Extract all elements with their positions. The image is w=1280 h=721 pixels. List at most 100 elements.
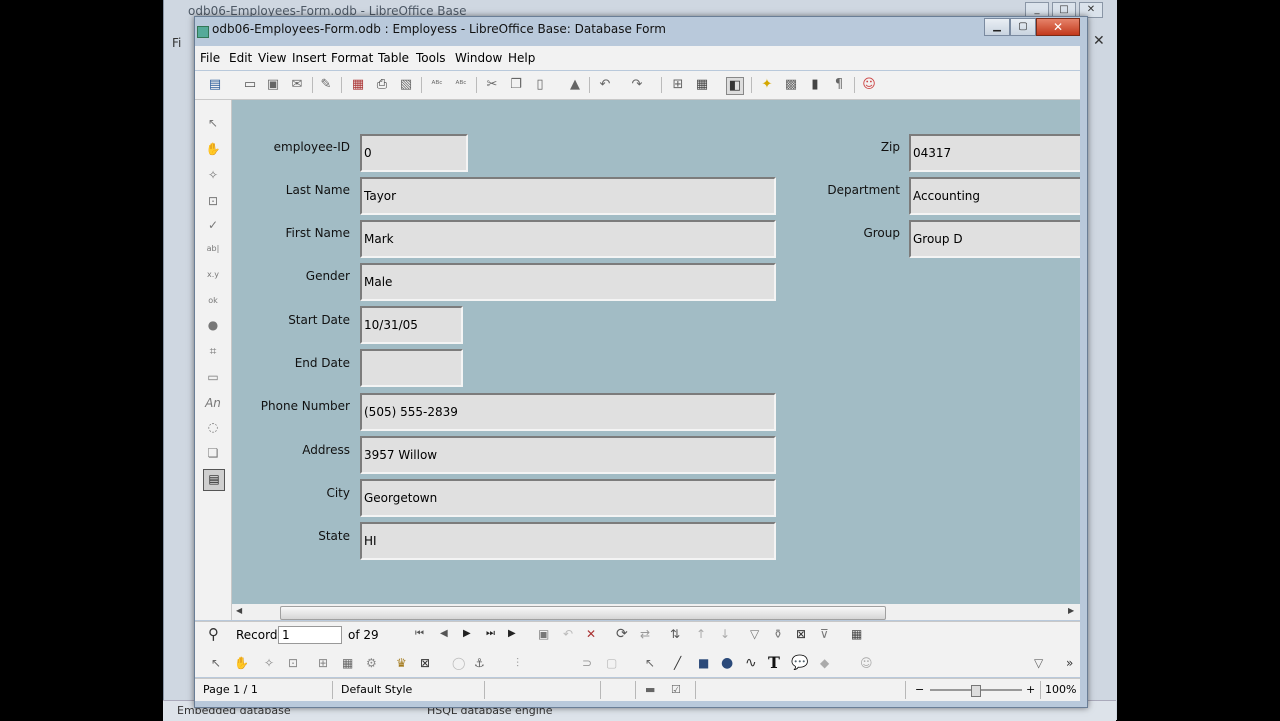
design-mode-toggle-icon[interactable]: ✋: [204, 140, 222, 158]
design-mode-icon[interactable]: ◧: [726, 77, 744, 95]
option-button-icon[interactable]: ●: [204, 316, 222, 334]
previous-record-icon[interactable]: ◀: [440, 628, 448, 639]
draw-edit-icon[interactable]: ◯: [452, 656, 465, 670]
new-document-icon[interactable]: ▤: [207, 77, 223, 93]
minimize-button[interactable]: ▁: [984, 18, 1010, 36]
last-record-icon[interactable]: ⏭: [486, 628, 495, 639]
menu-window[interactable]: Window: [455, 51, 502, 65]
print-icon[interactable]: ⎙: [374, 77, 390, 93]
find-record-icon[interactable]: ⚲: [208, 625, 219, 643]
formatted-field-icon[interactable]: x.y: [204, 266, 222, 284]
draw-add-field-icon[interactable]: ⚙: [366, 656, 377, 670]
draw-align-icon[interactable]: ⫶: [516, 656, 519, 671]
refresh-icon[interactable]: ⟳: [616, 626, 628, 642]
draw-ellipse-icon[interactable]: ●: [721, 655, 733, 671]
navigator-icon[interactable]: ⊞: [670, 77, 686, 93]
open-icon[interactable]: ▭: [242, 77, 258, 93]
draw-form-properties-icon[interactable]: ⊞: [318, 656, 328, 670]
draw-design-mode-icon[interactable]: ✋: [234, 656, 249, 670]
label-icon[interactable]: An: [204, 394, 222, 412]
check-box-icon[interactable]: ✓: [204, 216, 222, 234]
record-number-input[interactable]: [278, 626, 342, 644]
first-record-icon[interactable]: ⏮: [415, 628, 424, 639]
save-icon[interactable]: ▣: [265, 77, 281, 93]
sort-ascending-icon[interactable]: ↑: [696, 627, 706, 641]
draw-symbol-shapes-icon[interactable]: ☺: [860, 656, 873, 670]
new-record-icon[interactable]: ▶: [508, 628, 516, 639]
form-navigator-icon[interactable]: ⊡: [204, 192, 222, 210]
spellcheck-icon[interactable]: ᴬᴮᶜ: [429, 77, 445, 93]
selection-mode-icon[interactable]: ▬: [645, 683, 655, 696]
zoom-slider-thumb[interactable]: [971, 685, 981, 697]
refresh-control-icon[interactable]: ⇄: [640, 627, 650, 641]
standard-filter-icon[interactable]: ⊠: [796, 627, 806, 641]
menu-tools[interactable]: Tools: [416, 51, 446, 65]
delete-record-icon[interactable]: ✕: [586, 627, 596, 641]
draw-basic-shapes-icon[interactable]: ◆: [820, 656, 829, 670]
draw-pointer-icon[interactable]: ↖: [645, 656, 655, 670]
select-icon[interactable]: ↖: [204, 114, 222, 132]
scrollbar-thumb[interactable]: [280, 606, 886, 620]
combo-box-icon[interactable]: ⌗: [204, 342, 222, 360]
sort-descending-icon[interactable]: ↓: [720, 627, 730, 641]
draw-bring-front-icon[interactable]: ▢: [606, 656, 617, 670]
undo-icon[interactable]: ↶: [597, 77, 613, 93]
form-design-icon[interactable]: ▤: [203, 469, 225, 491]
data-source-icon[interactable]: ▮: [807, 77, 823, 93]
autospell-icon[interactable]: ᴬᴮᶜ: [453, 77, 469, 93]
draw-tab-order-icon[interactable]: ▦: [342, 656, 353, 670]
draw-select-icon[interactable]: ↖: [211, 656, 221, 670]
scroll-right-icon[interactable]: ▶: [1068, 606, 1074, 615]
menu-format[interactable]: Format: [331, 51, 373, 65]
draw-navigator-icon[interactable]: ⊡: [288, 656, 298, 670]
help-agent-icon[interactable]: ☺: [861, 77, 877, 93]
save-record-icon[interactable]: ▣: [538, 627, 549, 641]
form-wizard-icon[interactable]: ✦: [759, 77, 775, 93]
city-field[interactable]: Georgetown: [360, 479, 776, 517]
employee-id-field[interactable]: 0: [360, 134, 468, 172]
text-box-icon[interactable]: ab|: [204, 240, 222, 258]
menu-edit[interactable]: Edit: [229, 51, 252, 65]
print-preview-icon[interactable]: ▧: [398, 77, 414, 93]
maximize-button[interactable]: ▢: [1010, 18, 1036, 36]
draw-curve-icon[interactable]: ∿: [745, 655, 757, 671]
sort-icon[interactable]: ⇅: [670, 627, 680, 641]
copy-icon[interactable]: ❐: [508, 77, 524, 93]
export-pdf-icon[interactable]: ▦: [350, 77, 366, 93]
zoom-in-icon[interactable]: +: [1026, 683, 1035, 696]
group-field[interactable]: Group D: [909, 220, 1080, 258]
draw-wizard-icon[interactable]: ✧: [264, 656, 274, 670]
menu-insert[interactable]: Insert: [292, 51, 326, 65]
next-record-icon[interactable]: ▶: [463, 628, 471, 639]
bg-document-close-icon[interactable]: ✕: [1093, 33, 1105, 49]
list-box-icon[interactable]: ok: [204, 292, 222, 310]
state-field[interactable]: HI: [360, 522, 776, 560]
draw-line-icon[interactable]: ╱: [674, 656, 681, 670]
toolbar-overflow-icon[interactable]: »: [1066, 656, 1073, 670]
zoom-out-icon[interactable]: −: [915, 683, 924, 696]
more-controls-icon[interactable]: ❏: [204, 444, 222, 462]
menu-help[interactable]: Help: [508, 51, 535, 65]
gender-field[interactable]: Male: [360, 263, 776, 301]
edit-file-icon[interactable]: ✎: [318, 77, 334, 93]
control-wizards-icon[interactable]: ✧: [204, 166, 222, 184]
first-name-field[interactable]: Mark: [360, 220, 776, 258]
address-field[interactable]: 3957 Willow: [360, 436, 776, 474]
format-paintbrush-icon[interactable]: ▲: [567, 77, 583, 93]
autofilter-icon[interactable]: ▽: [750, 627, 759, 641]
undo-record-icon[interactable]: ↶: [563, 627, 573, 641]
nonprinting-chars-icon[interactable]: ¶: [831, 77, 847, 93]
image-control-icon[interactable]: ◌: [204, 418, 222, 436]
draw-anchor-icon[interactable]: ⚓: [474, 656, 485, 670]
start-date-field[interactable]: 10/31/05: [360, 306, 463, 344]
reset-filter-icon[interactable]: ⊽: [820, 627, 829, 641]
menu-table[interactable]: Table: [378, 51, 409, 65]
end-date-field[interactable]: [360, 349, 463, 387]
menu-file[interactable]: File: [200, 51, 220, 65]
email-icon[interactable]: ✉: [289, 77, 305, 93]
cut-icon[interactable]: ✂: [484, 77, 500, 93]
push-button-icon[interactable]: ▭: [204, 368, 222, 386]
apply-filter-icon[interactable]: ⚱: [773, 627, 783, 641]
redo-icon[interactable]: ↷: [629, 77, 645, 93]
draw-callout-icon[interactable]: 💬: [791, 655, 808, 671]
